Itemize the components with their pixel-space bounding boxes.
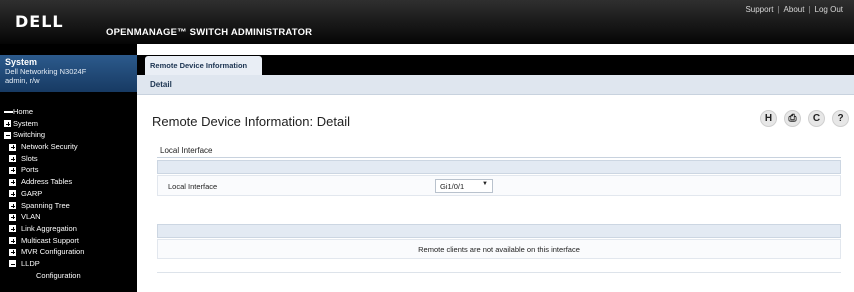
sidebar-item-label: Configuration — [36, 270, 81, 280]
sidebar-item[interactable]: Home — [0, 106, 137, 118]
top-links: Support | About | Log Out — [745, 5, 843, 14]
expand-icon[interactable] — [9, 190, 16, 198]
expand-icon[interactable] — [9, 248, 16, 256]
about-link[interactable]: About — [784, 5, 805, 14]
logout-link[interactable]: Log Out — [815, 5, 843, 14]
expand-icon[interactable] — [9, 237, 16, 245]
subtab-bar: Detail — [137, 75, 854, 95]
dell-logo[interactable]: DELL — [15, 12, 64, 31]
sidebar-item[interactable]: Slots — [0, 153, 137, 165]
sidebar-item[interactable]: Spanning Tree — [0, 200, 137, 212]
sidebar-item[interactable]: LLDP — [0, 258, 137, 270]
local-interface-row: Local Interface Gi1/0/1 ▼ — [157, 175, 841, 196]
subtab-detail[interactable]: Detail — [150, 80, 172, 89]
tab-bar: Remote Device Information — [137, 55, 854, 75]
sidebar-item[interactable]: Configuration — [0, 270, 137, 282]
device-model: Dell Networking N3024F — [5, 67, 87, 76]
sidebar-item-label: Ports — [21, 165, 39, 175]
expand-icon[interactable] — [9, 143, 16, 151]
sidebar-item[interactable]: Address Tables — [0, 176, 137, 188]
question-icon[interactable]: ? — [832, 110, 849, 127]
expand-icon[interactable] — [4, 120, 11, 128]
page-tools: H ⎙ C ? — [760, 110, 849, 127]
user-access: admin, r/w — [5, 76, 40, 85]
link-separator: | — [777, 5, 780, 14]
print-icon[interactable]: ⎙ — [784, 110, 801, 127]
sidebar-item[interactable]: Link Aggregation — [0, 223, 137, 235]
remote-clients-row: Remote clients are not available on this… — [157, 239, 841, 259]
support-link[interactable]: Support — [745, 5, 773, 14]
help-h-icon[interactable]: H — [760, 110, 777, 127]
remote-clients-table-header — [157, 224, 841, 238]
collapse-icon[interactable] — [9, 260, 16, 268]
refresh-icon[interactable]: C — [808, 110, 825, 127]
local-interface-label: Local Interface — [168, 182, 218, 191]
sidebar-item[interactable]: MVR Configuration — [0, 246, 137, 258]
local-interface-value: Gi1/0/1 — [440, 182, 465, 191]
bottom-divider — [157, 272, 841, 273]
home-icon — [4, 111, 13, 113]
sidebar-item[interactable]: Network Security — [0, 141, 137, 153]
page-title: Remote Device Information: Detail — [152, 114, 350, 129]
sidebar-item-label: Link Aggregation — [21, 223, 77, 233]
sidebar-item-label: Home — [13, 107, 34, 116]
sidebar-item[interactable]: System — [0, 118, 137, 130]
sidebar-item-label: Multicast Support — [21, 235, 79, 245]
sidebar-item-label: Slots — [21, 153, 38, 163]
system-info-panel[interactable]: System Dell Networking N3024F admin, r/w — [0, 55, 137, 92]
tab-remote-device-information[interactable]: Remote Device Information — [145, 56, 262, 75]
system-title: System — [5, 57, 38, 67]
expand-icon[interactable] — [9, 166, 16, 174]
sidebar-item-label: System — [13, 118, 39, 128]
sidebar-item-label: GARP — [21, 188, 43, 198]
section-divider — [157, 157, 841, 158]
link-separator: | — [808, 5, 811, 14]
local-interface-section-title: Local Interface — [160, 146, 213, 155]
local-interface-table-header — [157, 160, 841, 174]
sidebar-item-label: Network Security — [21, 142, 78, 152]
sidebar-item-label: Switching — [13, 130, 46, 140]
sidebar-item[interactable]: Switching — [0, 129, 137, 141]
sidebar-item-label: VLAN — [21, 212, 41, 222]
app-header: DELL OPENMANAGE™ SWITCH ADMINISTRATOR Su… — [0, 0, 854, 44]
expand-icon[interactable] — [9, 155, 16, 163]
expand-icon[interactable] — [9, 178, 16, 186]
sidebar-item-label: Address Tables — [21, 177, 73, 187]
chevron-down-icon: ▼ — [482, 181, 488, 187]
sidebar-item-label: LLDP — [21, 258, 40, 268]
empty-message: Remote clients are not available on this… — [418, 245, 580, 254]
main-content: Remote Device Information Detail Remote … — [137, 44, 854, 292]
product-title: OPENMANAGE™ SWITCH ADMINISTRATOR — [106, 27, 313, 38]
sidebar-item-label: MVR Configuration — [21, 247, 85, 257]
sidebar-item[interactable]: GARP — [0, 188, 137, 200]
sidebar: System Dell Networking N3024F admin, r/w… — [0, 44, 137, 292]
sidebar-item[interactable]: VLAN — [0, 211, 137, 223]
sidebar-item[interactable]: Multicast Support — [0, 235, 137, 247]
expand-icon[interactable] — [9, 202, 16, 209]
sidebar-item-label: Spanning Tree — [21, 200, 70, 210]
nav-tree: Home System Switching Network Security Slots… — [0, 106, 137, 281]
expand-icon[interactable] — [9, 225, 16, 233]
collapse-icon[interactable] — [4, 131, 11, 139]
local-interface-select[interactable]: Gi1/0/1 ▼ — [435, 179, 493, 193]
expand-icon[interactable] — [9, 213, 16, 221]
sidebar-item[interactable]: Ports — [0, 164, 137, 176]
